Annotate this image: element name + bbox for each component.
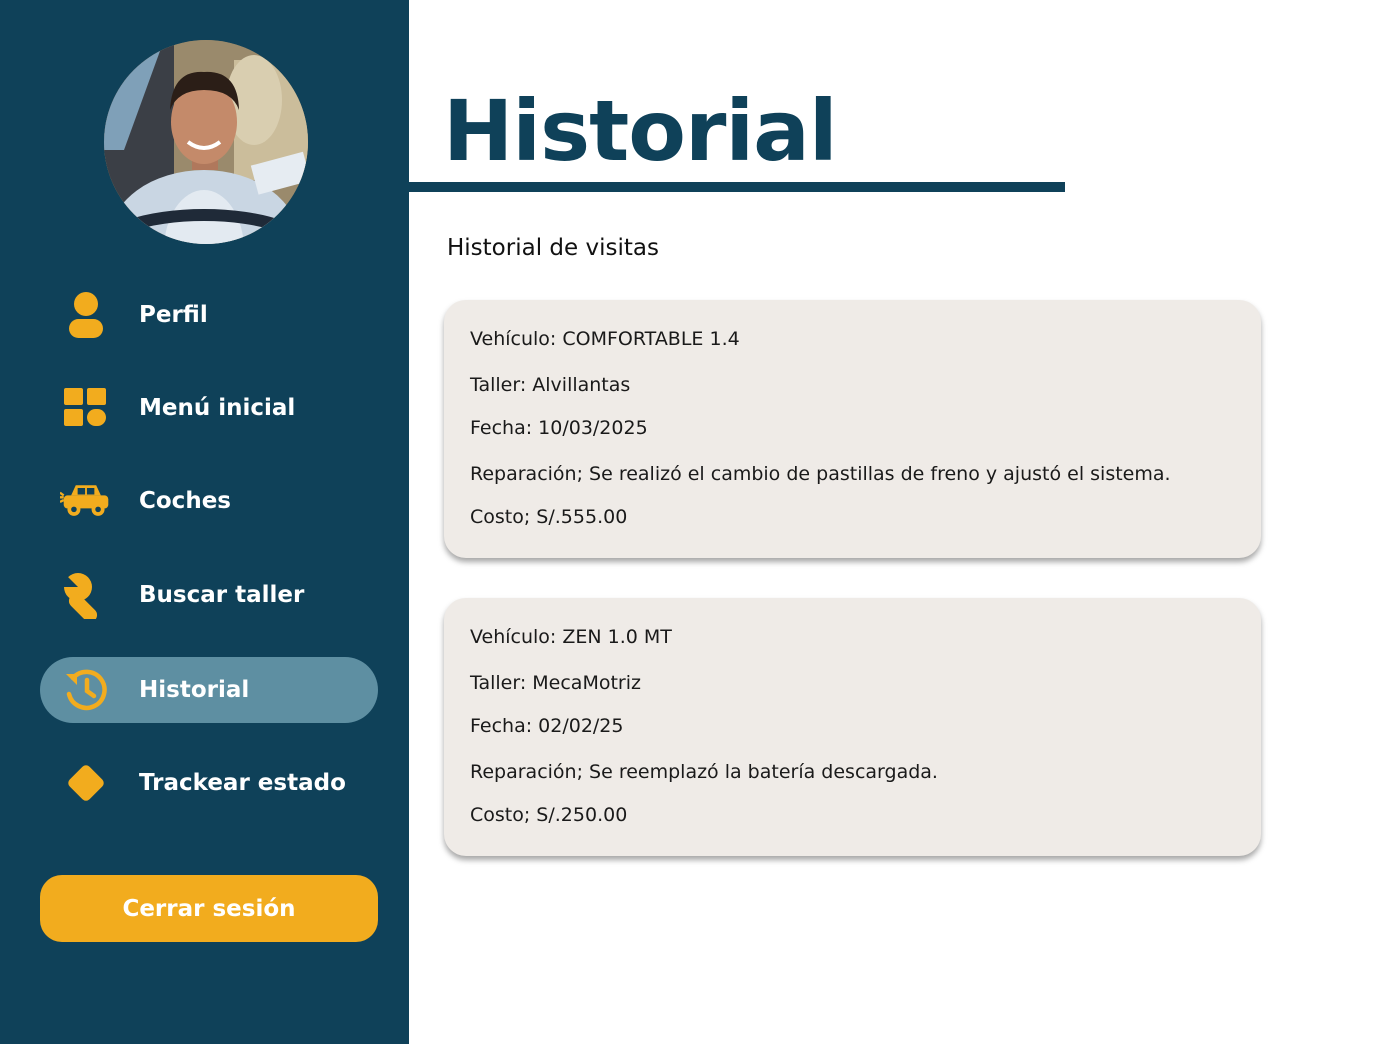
visit-card: Vehículo: COMFORTABLE 1.4 Taller: Alvill… [444,300,1261,558]
title-underline [409,182,1065,192]
visit-date: Fecha: 10/03/2025 [470,417,648,439]
section-subtitle: Historial de visitas [447,235,659,261]
wrench-icon [60,571,112,619]
grid-icon [60,384,112,432]
sidebar-item-label: Historial [139,677,250,703]
user-icon [60,291,112,339]
sidebar-item-label: Coches [139,488,231,514]
visit-workshop: Taller: Alvillantas [470,374,631,396]
sidebar-item-historial[interactable]: Historial [40,657,378,723]
sidebar-item-trackear-estado[interactable]: Trackear estado [40,750,378,816]
car-icon [60,477,112,525]
sidebar-item-coches[interactable]: Coches [40,468,378,534]
visit-cost: Costo; S/.250.00 [470,804,628,826]
profile-avatar[interactable] [104,40,308,244]
visit-date: Fecha: 02/02/25 [470,715,624,737]
logout-button[interactable]: Cerrar sesión [40,875,378,942]
visit-cost: Costo; S/.555.00 [470,506,628,528]
sidebar-item-label: Menú inicial [139,395,296,421]
sidebar-item-buscar-taller[interactable]: Buscar taller [40,562,378,628]
diamond-icon [60,759,112,807]
visit-card: Vehículo: ZEN 1.0 MT Taller: MecaMotriz … [444,598,1261,856]
visit-vehicle: Vehículo: COMFORTABLE 1.4 [470,328,740,350]
page-title: Historial [443,82,838,180]
visit-vehicle: Vehículo: ZEN 1.0 MT [470,626,672,648]
sidebar-item-perfil[interactable]: Perfil [40,282,378,348]
sidebar-item-label: Trackear estado [139,770,346,796]
visit-workshop: Taller: MecaMotriz [470,672,641,694]
sidebar-item-menu-inicial[interactable]: Menú inicial [40,375,378,441]
sidebar-item-label: Perfil [139,302,208,328]
visit-repair: Reparación; Se realizó el cambio de past… [470,463,1171,485]
history-icon [60,666,112,714]
avatar-photo [104,40,308,244]
sidebar-item-label: Buscar taller [139,582,305,608]
visit-repair: Reparación; Se reemplazó la batería desc… [470,761,938,783]
sidebar: Perfil Menú inicial Coches Buscar taller… [0,0,409,1044]
